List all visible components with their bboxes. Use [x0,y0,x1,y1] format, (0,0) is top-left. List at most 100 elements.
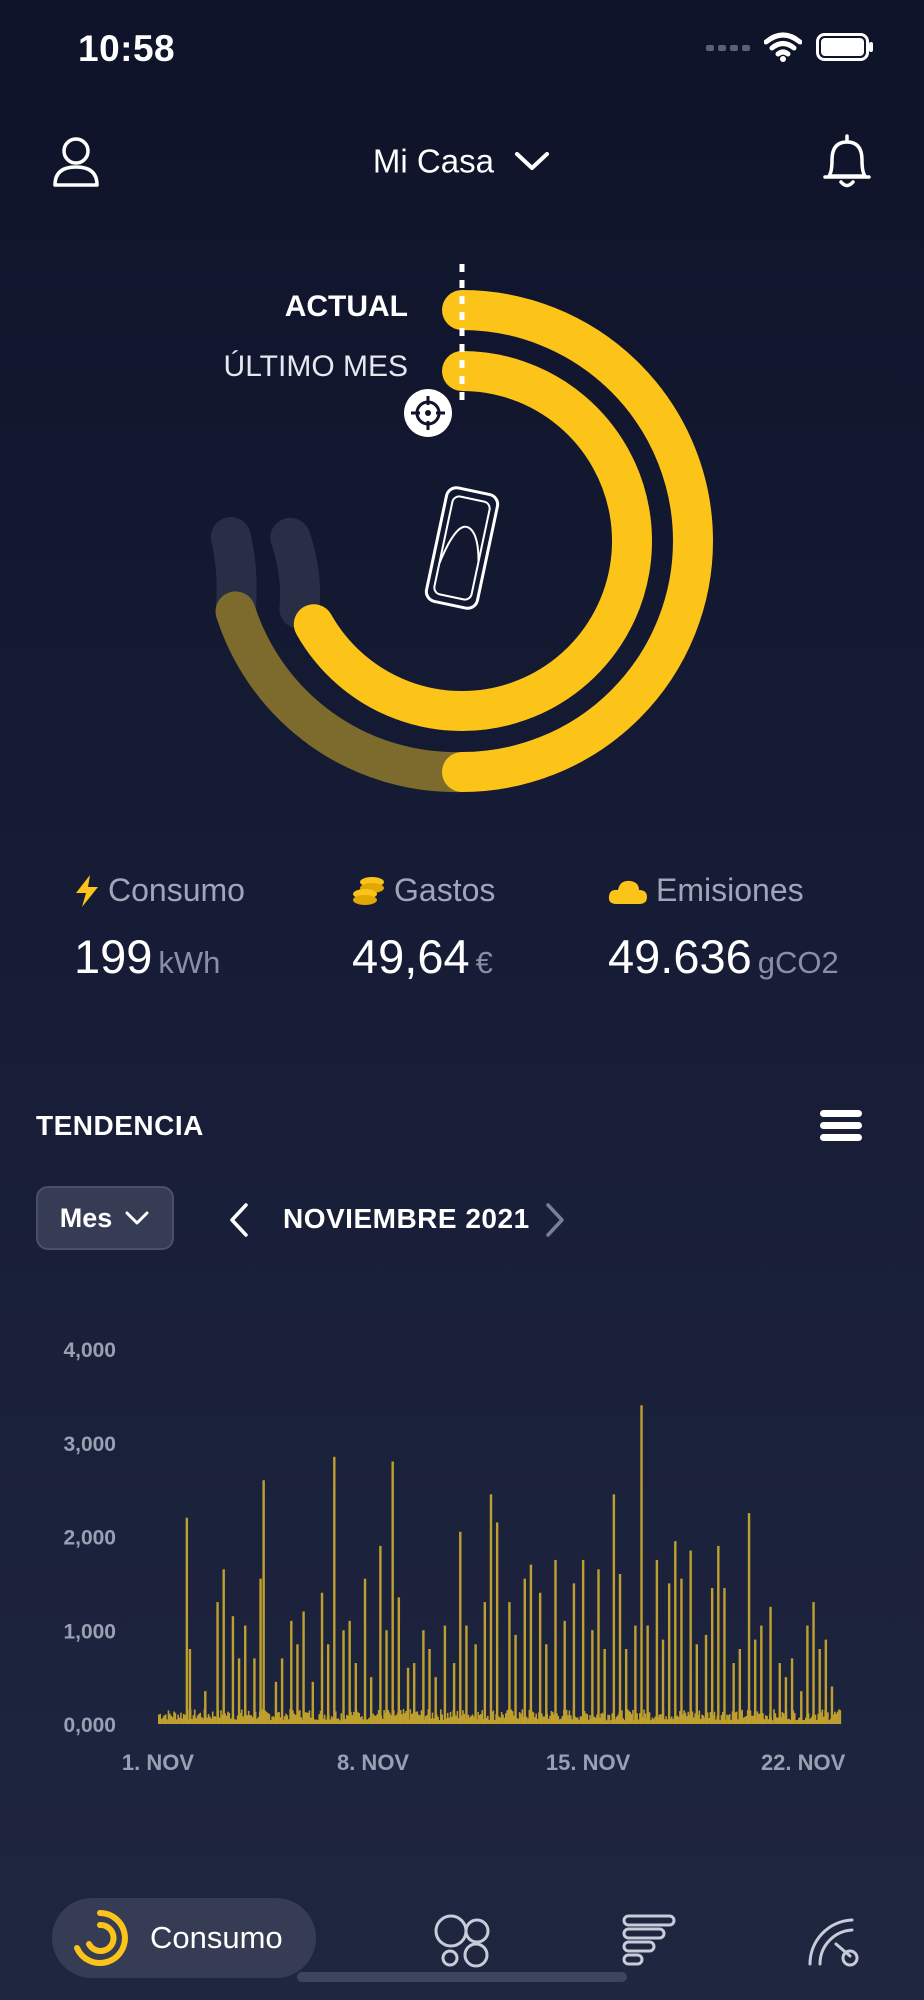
chart-bar [828,1720,831,1724]
chart-bar [677,1716,680,1724]
chart-bar [246,1715,249,1724]
chart-bar [634,1625,637,1724]
chart-bar [419,1715,421,1724]
bars-icon[interactable] [622,1914,676,1966]
chart-bar [587,1719,590,1724]
chart-bar [351,1715,354,1724]
chart-bar [200,1717,203,1724]
chart-bar [173,1711,175,1724]
x-tick-label: 8. NOV [337,1750,409,1775]
chart-bar [676,1715,679,1724]
chart-bar [704,1634,708,1724]
consumption-ring [210,264,713,793]
chart-bar [440,1709,442,1724]
chart-bar [710,1588,714,1724]
chart-bar [781,1712,784,1724]
chart-bar [517,1718,520,1724]
chart-bar [689,1550,692,1724]
menu-icon[interactable] [820,1110,862,1146]
chart-bar [192,1715,195,1724]
chart-bar [314,1719,316,1724]
chart-bar [249,1715,251,1724]
chart-bar [174,1712,177,1724]
chart-bar [809,1718,811,1724]
chart-bar [182,1713,185,1724]
chevron-right-icon[interactable] [536,1200,572,1240]
chart-bar [594,1717,597,1724]
chart-bar [278,1711,280,1724]
chart-bar [267,1713,269,1724]
cloud-icon [608,880,647,904]
home-selector[interactable]: Mi Casa [0,140,924,180]
chart-bar [164,1714,167,1724]
chart-bar [646,1625,649,1724]
chart-bar [177,1714,179,1724]
chart-bar [538,1592,542,1724]
chart-bar [300,1717,302,1724]
bubbles-icon[interactable] [432,1912,492,1968]
chart-bar [424,1716,427,1724]
chart-bar [402,1709,405,1724]
chart-bar [800,1691,803,1724]
chart-bar [348,1620,351,1724]
chart-bar [769,1606,772,1724]
chart-bar [532,1712,535,1724]
chart-bar [827,1712,829,1724]
chart-bar [571,1719,573,1724]
chart-bar [728,1714,731,1724]
chart-bar [561,1716,564,1724]
lightning-icon [76,874,98,907]
chart-bar [511,1711,514,1724]
chart-bar [428,1649,431,1724]
chart-bar [231,1616,235,1724]
chart-bar [763,1719,766,1724]
chart-bar [416,1711,419,1724]
chart-bar [406,1667,410,1724]
nav-consumo[interactable]: Consumo [52,1898,316,1978]
chart-bar [523,1578,526,1724]
chart-bar [615,1716,618,1724]
y-tick-label: 0,000 [63,1714,116,1737]
bell-icon[interactable] [820,132,874,190]
chart-bar [764,1715,767,1724]
chart-bar [806,1625,809,1724]
chart-bar [830,1686,834,1724]
chart-bar [196,1715,199,1724]
chart-bar [717,1545,720,1724]
chart-bar [836,1711,839,1724]
period-select[interactable]: Mes [36,1186,174,1250]
chart-bar [698,1710,701,1724]
chart-bar [483,1602,487,1724]
chart-bar [175,1719,178,1724]
chart-bar [287,1719,290,1724]
chart-bar [563,1620,566,1724]
chart-bar [603,1649,606,1724]
chart-bar [269,1719,272,1724]
stat-emisiones-value: 49.636 [608,930,752,983]
chart-bar [202,1718,204,1724]
ring-label-actual: ACTUAL [284,290,408,323]
ring-track-inner [270,517,320,629]
chart-bar [612,1494,616,1724]
chart-bar [752,1715,755,1724]
chart-bar [542,1716,544,1724]
chevron-left-icon[interactable] [222,1200,258,1240]
chart-bar [713,1711,716,1724]
chart-bar [834,1711,836,1724]
chart-bar [510,1709,513,1724]
wifi-icon [764,32,802,62]
trend-chart: 4,000 3,000 2,000 1,000 0,000 1. NOV 8. NOV 15.… [63,1339,845,1775]
chart-bar [695,1644,699,1724]
chart-bar [433,1718,435,1724]
status-icons [706,32,874,62]
chart-bar [640,1405,643,1724]
chart-bar [687,1711,690,1724]
chart-bar [578,1719,580,1724]
chart-bar [426,1714,428,1724]
chart-bar [170,1715,173,1724]
target-icon[interactable] [404,389,452,437]
chart-bar [361,1716,363,1724]
gauge-icon[interactable] [806,1914,862,1968]
chart-bar [395,1714,398,1724]
chart-bar [296,1644,299,1724]
